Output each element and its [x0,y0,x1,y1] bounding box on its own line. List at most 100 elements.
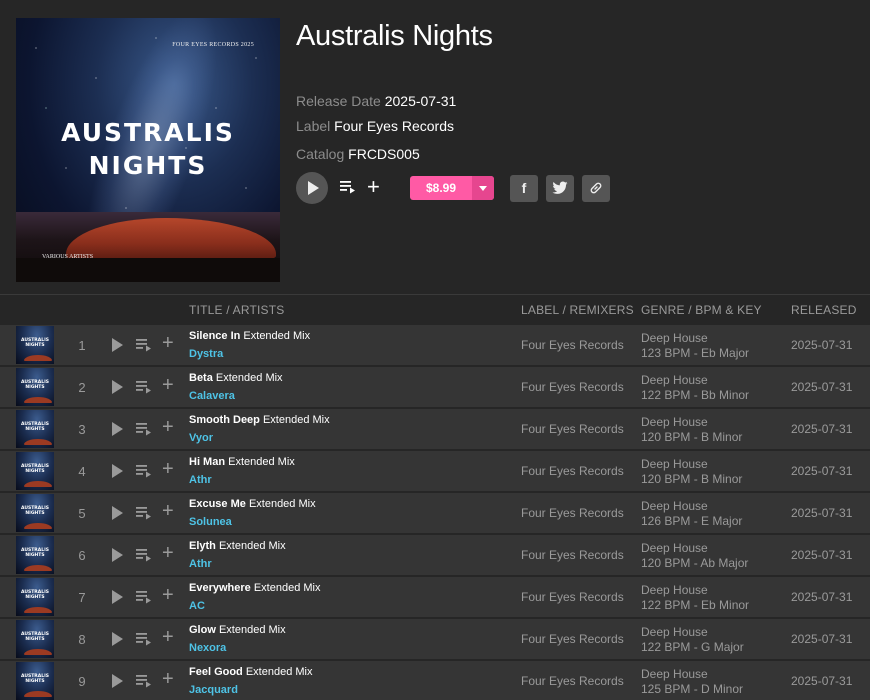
track-artwork[interactable] [16,620,54,658]
add-track-icon[interactable]: + [162,459,176,479]
track-artwork[interactable] [16,452,54,490]
track-genre[interactable]: Deep House [641,331,749,346]
track-genre[interactable]: Deep House [641,583,749,598]
track-name[interactable]: Everywhere [189,582,251,594]
track-artist[interactable]: Vyor [189,432,213,444]
add-track-icon[interactable]: + [162,585,176,605]
track-artwork[interactable] [16,494,54,532]
track-genre[interactable]: Deep House [641,541,748,556]
track-label[interactable]: Four Eyes Records [521,380,624,394]
track-label[interactable]: Four Eyes Records [521,632,624,646]
queue-track-icon[interactable] [136,464,152,478]
track-name[interactable]: Excuse Me [189,498,246,510]
track-label[interactable]: Four Eyes Records [521,506,624,520]
header-released[interactable]: RELEASED [791,303,857,317]
play-release-button[interactable] [296,172,328,204]
track-title[interactable]: Elyth Extended Mix [189,540,286,552]
add-to-queue-icon[interactable] [340,180,356,194]
label-value[interactable]: Four Eyes Records [334,118,454,134]
price-dropdown-icon[interactable] [472,176,494,200]
header-genre-bpm-key[interactable]: GENRE / BPM & KEY [641,303,762,317]
queue-track-icon[interactable] [136,548,152,562]
queue-track-icon[interactable] [136,338,152,352]
track-title[interactable]: Hi Man Extended Mix [189,456,295,468]
track-row[interactable]: 4 + Hi Man Extended Mix Athr Four Eyes R… [0,451,870,493]
track-artist[interactable]: Calavera [189,390,235,402]
play-track-icon[interactable] [112,380,123,394]
play-track-icon[interactable] [112,632,123,646]
track-title[interactable]: Excuse Me Extended Mix [189,498,316,510]
track-title[interactable]: Beta Extended Mix [189,372,283,384]
add-track-icon[interactable]: + [162,333,176,353]
buy-price-button[interactable]: $8.99 [410,176,494,200]
track-artwork[interactable] [16,326,54,364]
track-row[interactable]: 5 + Excuse Me Extended Mix Solunea Four … [0,493,870,535]
play-track-icon[interactable] [112,506,123,520]
track-row[interactable]: 2 + Beta Extended Mix Calavera Four Eyes… [0,367,870,409]
add-track-icon[interactable]: + [162,417,176,437]
track-label[interactable]: Four Eyes Records [521,674,624,688]
track-label[interactable]: Four Eyes Records [521,422,624,436]
header-title-artists[interactable]: TITLE / ARTISTS [189,303,284,317]
release-cover-art[interactable]: FOUR EYES RECORDS 2025 AUSTRALIS NIGHTS … [16,18,280,282]
facebook-share-icon[interactable]: f [510,175,538,202]
track-name[interactable]: Feel Good [189,666,243,678]
queue-track-icon[interactable] [136,674,152,688]
track-genre[interactable]: Deep House [641,457,742,472]
track-label[interactable]: Four Eyes Records [521,464,624,478]
track-name[interactable]: Glow [189,624,216,636]
track-row[interactable]: 1 + Silence In Extended Mix Dystra Four … [0,325,870,367]
play-track-icon[interactable] [112,464,123,478]
track-row[interactable]: 7 + Everywhere Extended Mix AC Four Eyes… [0,577,870,619]
track-genre[interactable]: Deep House [641,625,744,640]
track-genre[interactable]: Deep House [641,373,749,388]
queue-track-icon[interactable] [136,632,152,646]
track-title[interactable]: Silence In Extended Mix [189,330,310,342]
queue-track-icon[interactable] [136,422,152,436]
track-label[interactable]: Four Eyes Records [521,338,624,352]
play-track-icon[interactable] [112,590,123,604]
track-genre[interactable]: Deep House [641,415,742,430]
track-row[interactable]: 8 + Glow Extended Mix Nexora Four Eyes R… [0,619,870,661]
add-track-icon[interactable]: + [162,501,176,521]
add-to-playlist-icon[interactable]: + [367,176,383,198]
track-name[interactable]: Smooth Deep [189,414,260,426]
track-name[interactable]: Elyth [189,540,216,552]
copy-link-icon[interactable] [582,175,610,202]
header-label-remixers[interactable]: LABEL / REMIXERS [521,303,634,317]
track-artist[interactable]: AC [189,600,205,612]
track-artist[interactable]: Solunea [189,516,232,528]
track-artwork[interactable] [16,536,54,574]
track-artist[interactable]: Athr [189,474,212,486]
track-row[interactable]: 6 + Elyth Extended Mix Athr Four Eyes Re… [0,535,870,577]
track-name[interactable]: Hi Man [189,456,225,468]
track-artwork[interactable] [16,578,54,616]
track-name[interactable]: Silence In [189,330,240,342]
track-artist[interactable]: Nexora [189,642,226,654]
track-name[interactable]: Beta [189,372,213,384]
add-track-icon[interactable]: + [162,627,176,647]
play-track-icon[interactable] [112,674,123,688]
track-artist[interactable]: Athr [189,558,212,570]
twitter-share-icon[interactable] [546,175,574,202]
play-track-icon[interactable] [112,338,123,352]
track-genre[interactable]: Deep House [641,499,742,514]
queue-track-icon[interactable] [136,380,152,394]
track-title[interactable]: Everywhere Extended Mix [189,582,320,594]
price-value[interactable]: $8.99 [410,176,472,200]
add-track-icon[interactable]: + [162,543,176,563]
track-genre[interactable]: Deep House [641,667,743,682]
track-title[interactable]: Feel Good Extended Mix [189,666,313,678]
play-track-icon[interactable] [112,548,123,562]
add-track-icon[interactable]: + [162,669,176,689]
track-artist[interactable]: Jacquard [189,684,238,696]
queue-track-icon[interactable] [136,590,152,604]
queue-track-icon[interactable] [136,506,152,520]
track-artwork[interactable] [16,368,54,406]
track-row[interactable]: 3 + Smooth Deep Extended Mix Vyor Four E… [0,409,870,451]
track-title[interactable]: Smooth Deep Extended Mix [189,414,330,426]
track-artwork[interactable] [16,662,54,700]
track-label[interactable]: Four Eyes Records [521,548,624,562]
track-title[interactable]: Glow Extended Mix [189,624,286,636]
add-track-icon[interactable]: + [162,375,176,395]
